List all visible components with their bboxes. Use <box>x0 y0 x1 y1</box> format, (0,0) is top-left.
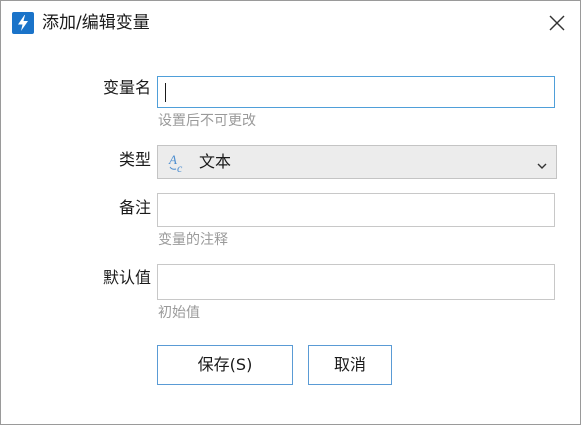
window-title: 添加/编辑变量 <box>42 13 150 33</box>
save-button[interactable]: 保存(S) <box>157 345 293 385</box>
chevron-down-icon <box>536 157 548 169</box>
type-select[interactable]: A c 文本 <box>157 145 557 179</box>
variable-name-label: 变量名 <box>102 78 151 97</box>
svg-text:c: c <box>177 161 183 174</box>
default-value-label: 默认值 <box>102 268 151 287</box>
note-hint: 变量的注释 <box>158 232 228 248</box>
text-caret <box>165 83 166 102</box>
note-label: 备注 <box>118 198 151 217</box>
dialog-window: 添加/编辑变量 变量名 设置后不可更改 类型 A c 文本 备注 变量的注释 默… <box>0 0 581 425</box>
note-input[interactable] <box>157 193 555 227</box>
default-value-input[interactable] <box>157 264 555 300</box>
close-icon <box>549 15 565 31</box>
svg-text:A: A <box>168 152 177 167</box>
close-button[interactable] <box>542 8 572 38</box>
type-selected-value: 文本 <box>199 152 232 171</box>
cancel-button[interactable]: 取消 <box>308 345 392 385</box>
lightning-bolt-icon <box>12 12 34 34</box>
variable-name-input[interactable] <box>157 76 555 108</box>
variable-name-hint: 设置后不可更改 <box>158 113 256 129</box>
type-label: 类型 <box>118 150 151 169</box>
text-type-icon: A c <box>168 152 190 175</box>
default-value-hint: 初始值 <box>158 305 200 321</box>
title-bar: 添加/编辑变量 <box>1 1 580 45</box>
